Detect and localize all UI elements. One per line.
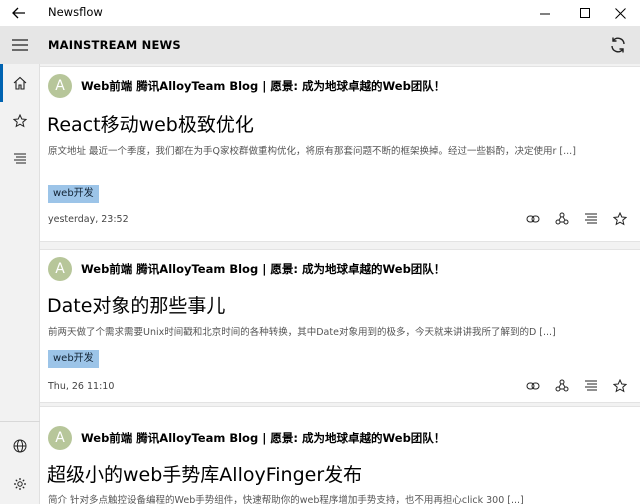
close-button[interactable] xyxy=(600,0,640,26)
window-title: Newsflow xyxy=(48,5,103,19)
gear-icon xyxy=(14,478,26,490)
article-title[interactable]: Date对象的那些事儿 xyxy=(47,291,225,318)
article-source: Web前端 腾讯AlloyTeam Blog | 愿景: 成为地球卓越的Web团… xyxy=(81,431,446,445)
refresh-button[interactable] xyxy=(602,30,634,60)
link-icon xyxy=(526,382,539,390)
star-icon xyxy=(13,114,27,128)
sidebar-item-home[interactable] xyxy=(0,64,40,102)
article-source: Web前端 腾讯AlloyTeam Blog | 愿景: 成为地球卓越的Web团… xyxy=(81,79,446,93)
article-title[interactable]: React移动web极致优化 xyxy=(47,110,254,137)
share-icon xyxy=(555,212,568,225)
article-list: A Web前端 腾讯AlloyTeam Blog | 愿景: 成为地球卓越的We… xyxy=(40,64,640,504)
source-avatar: A xyxy=(48,257,72,281)
refresh-icon xyxy=(611,37,625,53)
source-avatar: A xyxy=(48,426,72,450)
share-button[interactable] xyxy=(547,376,576,396)
article-card[interactable]: A Web前端 腾讯AlloyTeam Blog | 愿景: 成为地球卓越的We… xyxy=(40,66,640,242)
globe-icon xyxy=(13,439,27,453)
minimize-icon xyxy=(539,13,550,14)
sidebar xyxy=(0,64,40,504)
sidebar-item-web[interactable] xyxy=(0,427,40,465)
home-icon xyxy=(13,76,27,90)
article-snippet: 原文地址 最近一个季度，我们都在为手Q家校群做重构优化，将原有那套问题不断的框架… xyxy=(48,146,576,157)
back-button[interactable] xyxy=(0,0,38,26)
menu-button[interactable] xyxy=(0,26,40,64)
list-icon xyxy=(584,380,597,391)
maximize-button[interactable] xyxy=(565,0,605,26)
sidebar-item-feeds[interactable] xyxy=(0,140,40,178)
app-header: MAINSTREAM NEWS xyxy=(0,26,640,64)
star-icon xyxy=(612,212,627,226)
article-snippet: 前两天做了个需求需要Unix时间戳和北京时间的各种转换，其中Date对象用到的极… xyxy=(48,327,556,338)
favorite-button[interactable] xyxy=(605,209,634,229)
list-icon xyxy=(14,153,26,164)
close-icon xyxy=(614,7,626,19)
maximize-icon xyxy=(579,7,590,18)
list-icon xyxy=(584,213,597,224)
link-icon xyxy=(526,215,539,223)
article-timestamp: Thu, 26 11:10 xyxy=(48,381,115,392)
share-icon xyxy=(555,379,568,392)
share-button[interactable] xyxy=(547,209,576,229)
read-later-button[interactable] xyxy=(576,376,605,396)
star-icon xyxy=(612,379,627,393)
sidebar-item-settings[interactable] xyxy=(0,465,40,503)
read-later-button[interactable] xyxy=(576,209,605,229)
article-title[interactable]: 超级小的web手势库AlloyFinger发布 xyxy=(47,460,362,487)
article-timestamp: yesterday, 23:52 xyxy=(48,214,129,225)
article-tag[interactable]: web开发 xyxy=(48,350,99,368)
favorite-button[interactable] xyxy=(605,376,634,396)
article-actions xyxy=(518,376,634,396)
article-source: Web前端 腾讯AlloyTeam Blog | 愿景: 成为地球卓越的Web团… xyxy=(81,262,446,276)
article-card[interactable]: A Web前端 腾讯AlloyTeam Blog | 愿景: 成为地球卓越的We… xyxy=(40,249,640,403)
article-card[interactable]: A Web前端 腾讯AlloyTeam Blog | 愿景: 成为地球卓越的We… xyxy=(40,406,640,504)
minimize-button[interactable] xyxy=(525,0,565,26)
source-avatar: A xyxy=(48,74,72,98)
sidebar-divider xyxy=(0,421,40,422)
title-bar: Newsflow xyxy=(0,0,640,26)
page-title: MAINSTREAM NEWS xyxy=(48,38,181,52)
article-snippet: 简介 针对多点触控设备编程的Web手势组件，快速帮助你的web程序增加手势支持，… xyxy=(48,495,524,504)
hamburger-icon xyxy=(12,39,28,51)
article-actions xyxy=(518,209,634,229)
copy-link-button[interactable] xyxy=(518,376,547,396)
copy-link-button[interactable] xyxy=(518,209,547,229)
article-tag[interactable]: web开发 xyxy=(48,185,99,203)
back-arrow-icon xyxy=(12,7,25,19)
sidebar-item-favorites[interactable] xyxy=(0,102,40,140)
